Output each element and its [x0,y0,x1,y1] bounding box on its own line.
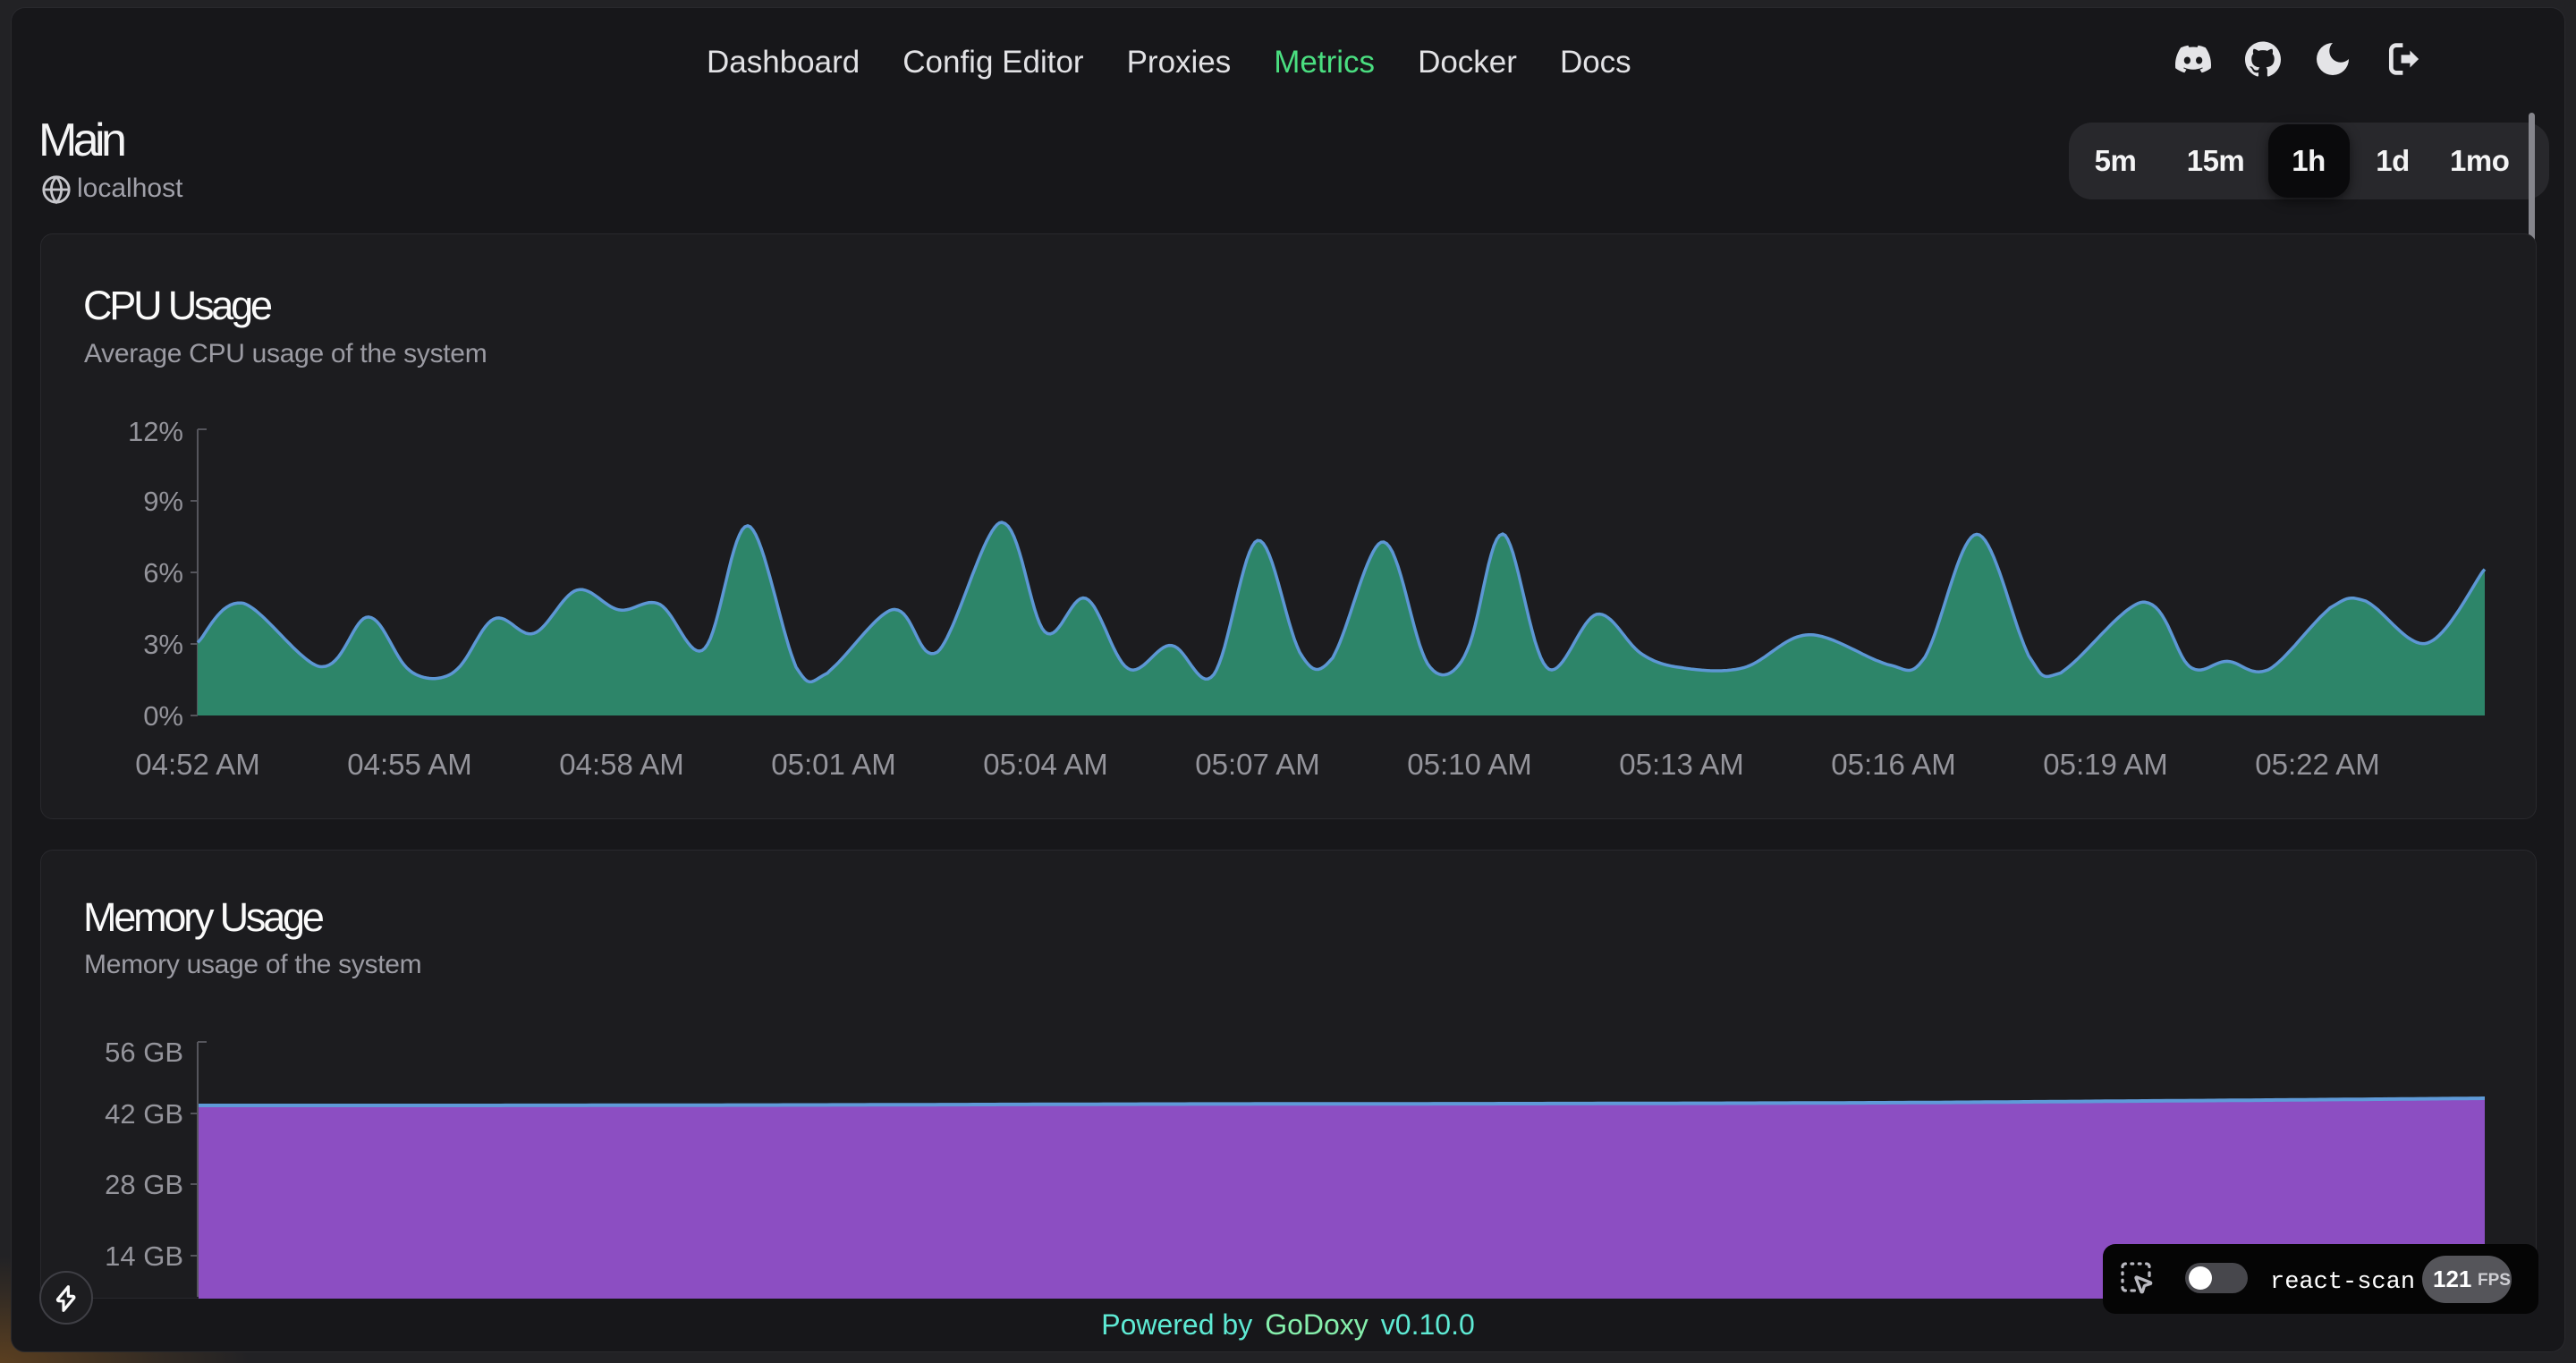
svg-text:05:13 AM: 05:13 AM [1619,748,1743,781]
svg-text:04:55 AM: 04:55 AM [347,748,471,781]
svg-text:05:10 AM: 05:10 AM [1407,748,1531,781]
svg-text:05:04 AM: 05:04 AM [983,748,1107,781]
svg-text:05:07 AM: 05:07 AM [1195,748,1319,781]
svg-text:05:16 AM: 05:16 AM [1831,748,1955,781]
svg-text:9%: 9% [143,486,183,517]
svg-text:3%: 3% [143,629,183,660]
svg-text:04:52 AM: 04:52 AM [135,748,259,781]
svg-text:05:22 AM: 05:22 AM [2255,748,2379,781]
svg-text:14 GB: 14 GB [105,1240,183,1272]
svg-text:05:01 AM: 05:01 AM [771,748,895,781]
svg-text:05:19 AM: 05:19 AM [2043,748,2167,781]
svg-text:6%: 6% [143,557,183,588]
svg-text:04:58 AM: 04:58 AM [559,748,683,781]
svg-text:28 GB: 28 GB [105,1169,183,1200]
svg-text:42 GB: 42 GB [105,1098,183,1130]
svg-text:12%: 12% [128,416,183,447]
svg-text:0%: 0% [143,700,183,732]
svg-text:56 GB: 56 GB [105,1037,183,1068]
